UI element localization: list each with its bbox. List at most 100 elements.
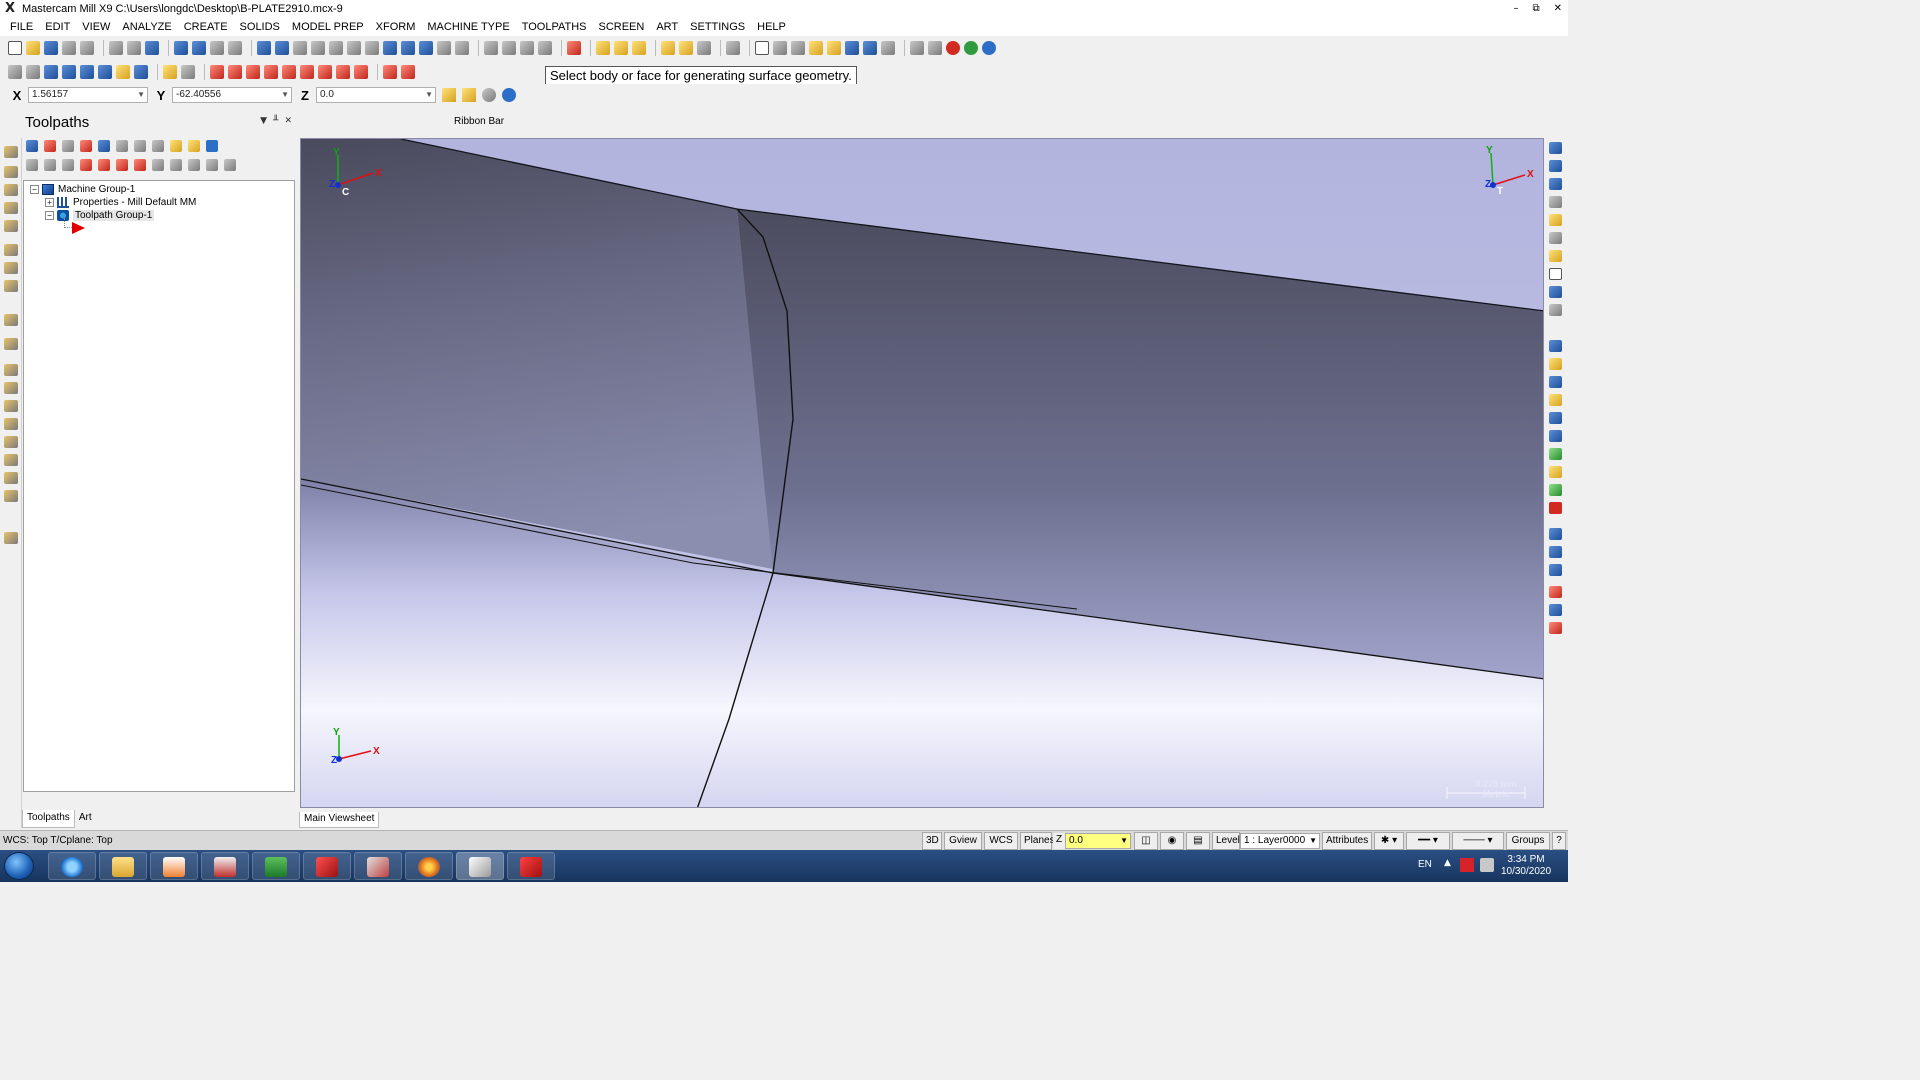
display-icon[interactable]: ▤ bbox=[1186, 832, 1210, 850]
z-coordinate-field[interactable]: 0.0 ▼ bbox=[316, 87, 436, 103]
circle-icon[interactable] bbox=[44, 64, 58, 79]
antivirus-icon[interactable] bbox=[1460, 858, 1474, 872]
menu-settings[interactable]: SETTINGS bbox=[690, 21, 745, 33]
toolpath-editor-icon[interactable] bbox=[4, 436, 18, 448]
y-coordinate-field[interactable]: -62.40556 ▼ bbox=[172, 87, 292, 103]
contour-shortcut-icon[interactable] bbox=[1549, 546, 1562, 558]
panel-menu-icon[interactable]: ▼ bbox=[260, 116, 267, 126]
zoom-out-icon[interactable] bbox=[365, 40, 379, 55]
open-file-icon[interactable] bbox=[26, 40, 40, 55]
groups-button[interactable]: Groups bbox=[1506, 832, 1550, 850]
zoom-select-icon[interactable] bbox=[329, 40, 343, 55]
collapse-icon[interactable]: − bbox=[45, 211, 54, 220]
translate-icon[interactable] bbox=[210, 64, 224, 79]
media-player-taskbar-button[interactable] bbox=[150, 852, 198, 880]
nesting-icon[interactable] bbox=[4, 400, 18, 412]
array-icon[interactable] bbox=[318, 64, 332, 79]
line-icon[interactable] bbox=[26, 64, 40, 79]
zoom-window-icon[interactable] bbox=[293, 40, 307, 55]
tab-main-viewsheet[interactable]: Main Viewsheet bbox=[299, 812, 380, 828]
point-shortcut-icon[interactable] bbox=[1549, 376, 1562, 388]
trim-icon[interactable] bbox=[163, 64, 177, 79]
select-solid-icon[interactable] bbox=[791, 40, 805, 55]
tab-toolpaths[interactable]: Toolpaths bbox=[22, 810, 75, 828]
tab-art[interactable]: Art bbox=[75, 810, 96, 828]
manual-entry-icon[interactable] bbox=[4, 454, 18, 466]
attributes-button[interactable]: Attributes bbox=[1322, 832, 1372, 850]
probe-icon[interactable] bbox=[4, 472, 18, 484]
open-folder-icon[interactable] bbox=[1549, 250, 1562, 262]
wireframe-toolpath-icon[interactable] bbox=[4, 314, 18, 326]
ok-icon[interactable] bbox=[964, 40, 978, 55]
shade-blue-icon[interactable] bbox=[863, 40, 877, 55]
level-select[interactable]: 1 : Layer0000 ▼ bbox=[1240, 833, 1320, 849]
show-all-icon[interactable] bbox=[170, 158, 182, 171]
select-window-icon[interactable] bbox=[755, 40, 769, 55]
spline-icon[interactable] bbox=[98, 64, 112, 79]
circle-mill-icon[interactable] bbox=[4, 490, 18, 502]
surface-rough-icon[interactable] bbox=[4, 244, 18, 256]
menu-screen[interactable]: SCREEN bbox=[598, 21, 644, 33]
sketch-point-icon[interactable] bbox=[482, 88, 496, 102]
verify-icon[interactable] bbox=[910, 40, 924, 55]
menu-xform[interactable]: XFORM bbox=[376, 21, 416, 33]
scale-icon[interactable] bbox=[264, 64, 278, 79]
explorer-taskbar-button[interactable] bbox=[99, 852, 147, 880]
fit-screen-icon[interactable] bbox=[257, 40, 271, 55]
multiaxis-icon[interactable] bbox=[4, 280, 18, 292]
collapse-icon[interactable]: − bbox=[30, 185, 39, 194]
surface-shortcut-icon[interactable] bbox=[1549, 448, 1562, 460]
offset-icon[interactable] bbox=[282, 64, 296, 79]
help-button[interactable]: ? bbox=[1552, 832, 1566, 850]
stop-icon[interactable] bbox=[1549, 502, 1562, 514]
deselect-icon[interactable] bbox=[44, 139, 56, 152]
excel-taskbar-button[interactable] bbox=[252, 852, 300, 880]
shade-wire-icon[interactable] bbox=[827, 40, 841, 55]
regen-dirty-icon[interactable] bbox=[80, 139, 92, 152]
surface-icon[interactable] bbox=[134, 64, 148, 79]
tool-app-taskbar-button[interactable] bbox=[354, 852, 402, 880]
restore-button[interactable]: ⧉ bbox=[1532, 0, 1539, 18]
measure-icon[interactable] bbox=[127, 40, 141, 55]
select-pointer-icon[interactable] bbox=[773, 40, 787, 55]
settings-icon[interactable] bbox=[224, 158, 236, 171]
simulate-icon[interactable] bbox=[928, 40, 942, 55]
cut-icon[interactable] bbox=[174, 40, 188, 55]
expand-icon[interactable]: + bbox=[45, 198, 54, 207]
pocket-toolpath-icon[interactable] bbox=[4, 184, 18, 196]
gview-button[interactable]: Gview bbox=[944, 832, 982, 850]
minimize-button[interactable]: – bbox=[1513, 0, 1518, 18]
arc-shortcut-icon[interactable] bbox=[1549, 430, 1562, 442]
drill-shortcut-icon[interactable] bbox=[1549, 528, 1562, 540]
paste-icon[interactable] bbox=[210, 40, 224, 55]
planes-icon[interactable] bbox=[567, 40, 581, 55]
unzoom-icon[interactable] bbox=[347, 40, 361, 55]
menu-toolpaths[interactable]: TOOLPATHS bbox=[522, 21, 587, 33]
model-prep-shortcut-icon[interactable] bbox=[1549, 484, 1562, 496]
select-all-icon[interactable] bbox=[26, 139, 38, 152]
layers-icon[interactable] bbox=[1549, 160, 1562, 172]
expand-icon[interactable] bbox=[188, 158, 200, 171]
verify-selected-icon[interactable] bbox=[116, 139, 128, 152]
drill-toolpath-icon[interactable] bbox=[4, 166, 18, 178]
display-group-icon[interactable] bbox=[401, 64, 415, 79]
menu-analyze[interactable]: ANALYZE bbox=[122, 21, 171, 33]
analyze-icon[interactable] bbox=[109, 40, 123, 55]
help-icon[interactable] bbox=[206, 139, 218, 152]
scroll-insert-icon[interactable] bbox=[134, 158, 146, 171]
z-depth-field[interactable]: 0.0 ▼ bbox=[1065, 833, 1131, 849]
cube-icon[interactable] bbox=[1549, 232, 1562, 244]
chain-icon[interactable] bbox=[145, 40, 159, 55]
lock-icon[interactable] bbox=[26, 158, 38, 171]
post-icon[interactable] bbox=[152, 139, 164, 152]
pencil-icon[interactable] bbox=[1549, 214, 1562, 226]
solid-view-icon[interactable] bbox=[1549, 178, 1562, 190]
repaint-icon[interactable] bbox=[275, 40, 289, 55]
autocursor-icon[interactable] bbox=[462, 88, 476, 102]
high-feed-icon[interactable] bbox=[170, 139, 182, 152]
save-icon[interactable] bbox=[44, 40, 58, 55]
start-button[interactable] bbox=[4, 852, 34, 880]
right-view-icon[interactable] bbox=[520, 40, 534, 55]
save-icon[interactable] bbox=[1549, 286, 1562, 298]
box-icon[interactable] bbox=[1549, 304, 1562, 316]
